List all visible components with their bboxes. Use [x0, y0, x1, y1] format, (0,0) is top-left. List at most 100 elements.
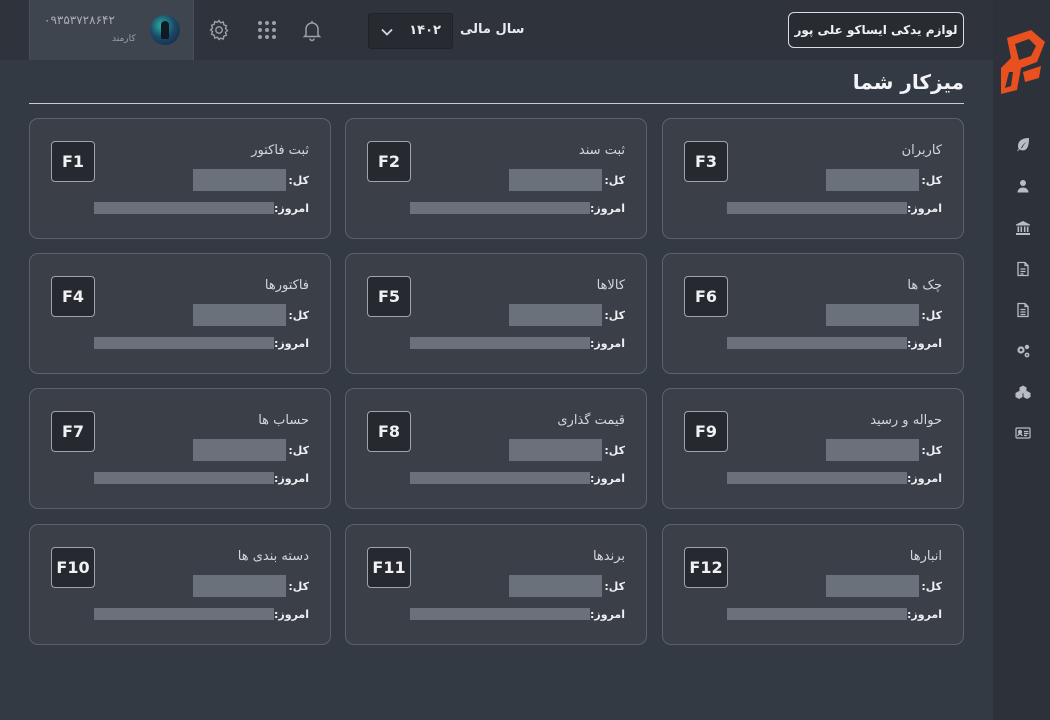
today-label: امروز: — [590, 608, 625, 621]
today-value-placeholder — [727, 608, 907, 620]
today-value-placeholder — [94, 608, 274, 620]
total-value-placeholder — [509, 169, 602, 191]
shortcut-key-badge[interactable]: F4 — [51, 276, 95, 317]
shortcut-key-badge[interactable]: F5 — [367, 276, 411, 317]
card-brands[interactable]: برندها F11 کل: امروز: — [345, 524, 647, 645]
today-label: امروز: — [274, 472, 309, 485]
shortcut-key-badge[interactable]: F1 — [51, 141, 95, 182]
shortcut-key-badge[interactable]: F11 — [367, 547, 411, 588]
shortcut-key-badge[interactable]: F9 — [684, 411, 728, 452]
fiscal-year-select[interactable]: ۱۴۰۲ — [368, 13, 453, 49]
today-value-placeholder — [94, 337, 274, 349]
shortcut-key-badge[interactable]: F6 — [684, 276, 728, 317]
total-value-placeholder — [193, 439, 286, 461]
today-value-placeholder — [727, 472, 907, 484]
today-value-placeholder — [410, 202, 590, 214]
total-value-placeholder — [509, 439, 602, 461]
today-label: امروز: — [907, 608, 942, 621]
card-title: انبارها — [909, 549, 942, 564]
card-invoices[interactable]: فاکتورها F4 کل: امروز: — [29, 253, 331, 374]
shortcut-key-badge[interactable]: F10 — [51, 547, 95, 588]
user-role: کارمند — [112, 34, 136, 44]
today-value-placeholder — [410, 608, 590, 620]
bank-icon[interactable] — [1015, 220, 1031, 236]
today-label: امروز: — [274, 337, 309, 350]
today-label: امروز: — [907, 472, 942, 485]
shortcut-key-badge[interactable]: F2 — [367, 141, 411, 182]
total-label: کل: — [288, 580, 309, 593]
total-label: کل: — [921, 444, 942, 457]
card-title: ثبت فاکتور — [251, 143, 309, 158]
total-label: کل: — [604, 580, 625, 593]
document-icon[interactable] — [1015, 261, 1031, 277]
page-title: میزکار شما — [852, 70, 964, 94]
user-phone: ۰۹۳۵۳۷۲۸۶۴۲ — [44, 13, 115, 27]
total-label: کل: — [288, 174, 309, 187]
card-pricing[interactable]: قیمت گذاری F8 کل: امروز: — [345, 388, 647, 509]
card-title: ثبت سند — [578, 143, 625, 158]
id-card-icon[interactable] — [1015, 425, 1031, 441]
card-products[interactable]: کالاها F5 کل: امروز: — [345, 253, 647, 374]
today-value-placeholder — [727, 202, 907, 214]
bell-icon[interactable] — [300, 18, 324, 42]
card-title: حساب ها — [258, 413, 309, 428]
today-label: امروز: — [590, 337, 625, 350]
document-alt-icon[interactable] — [1015, 302, 1031, 318]
card-accounts[interactable]: حساب ها F7 کل: امروز: — [29, 388, 331, 509]
total-label: کل: — [921, 309, 942, 322]
card-title: قیمت گذاری — [557, 413, 625, 428]
total-value-placeholder — [193, 575, 286, 597]
card-transfers-receipts[interactable]: حواله و رسید F9 کل: امروز: — [662, 388, 964, 509]
total-label: کل: — [921, 580, 942, 593]
company-button[interactable]: لوازم یدکی ایساکو علی پور — [788, 12, 964, 48]
title-divider — [29, 103, 964, 104]
user-icon[interactable] — [1015, 178, 1031, 194]
total-label: کل: — [288, 444, 309, 457]
total-value-placeholder — [826, 439, 919, 461]
card-register-document[interactable]: ثبت سند F2 کل: امروز: — [345, 118, 647, 239]
card-warehouses[interactable]: انبارها F12 کل: امروز: — [662, 524, 964, 645]
total-label: کل: — [604, 444, 625, 457]
card-title: برندها — [592, 549, 625, 564]
leaf-icon[interactable] — [1015, 136, 1031, 152]
shortcut-key-badge[interactable]: F12 — [684, 547, 728, 588]
card-register-invoice[interactable]: ثبت فاکتور F1 کل: امروز: — [29, 118, 331, 239]
total-label: کل: — [604, 174, 625, 187]
card-title: کاربران — [901, 143, 942, 158]
app-logo[interactable] — [997, 28, 1049, 96]
today-label: امروز: — [274, 608, 309, 621]
total-value-placeholder — [826, 575, 919, 597]
total-label: کل: — [288, 309, 309, 322]
sidebar — [993, 0, 1050, 720]
shortcut-key-badge[interactable]: F3 — [684, 141, 728, 182]
today-label: امروز: — [907, 337, 942, 350]
today-value-placeholder — [94, 472, 274, 484]
total-value-placeholder — [509, 575, 602, 597]
total-value-placeholder — [509, 304, 602, 326]
today-label: امروز: — [907, 202, 942, 215]
shortcut-key-badge[interactable]: F7 — [51, 411, 95, 452]
fiscal-year-label: سال مالی — [460, 22, 525, 37]
total-value-placeholder — [193, 304, 286, 326]
card-title: چک ها — [907, 278, 942, 293]
total-label: کل: — [921, 174, 942, 187]
user-profile[interactable]: ۰۹۳۵۳۷۲۸۶۴۲ کارمند — [29, 0, 194, 60]
card-users[interactable]: کاربران F3 کل: امروز: — [662, 118, 964, 239]
card-categories[interactable]: دسته بندی ها F10 کل: امروز: — [29, 524, 331, 645]
total-value-placeholder — [826, 304, 919, 326]
today-label: امروز: — [590, 202, 625, 215]
card-title: فاکتورها — [264, 278, 309, 293]
gear-icon[interactable] — [207, 18, 231, 42]
card-checks[interactable]: چک ها F6 کل: امروز: — [662, 253, 964, 374]
today-value-placeholder — [727, 337, 907, 349]
avatar[interactable] — [150, 15, 180, 45]
card-title: کالاها — [596, 278, 625, 293]
chevron-down-icon — [380, 24, 394, 38]
card-title: حواله و رسید — [870, 413, 942, 428]
total-value-placeholder — [826, 169, 919, 191]
shortcut-key-badge[interactable]: F8 — [367, 411, 411, 452]
boxes-icon[interactable] — [1015, 384, 1031, 400]
apps-grid-icon[interactable] — [255, 18, 279, 42]
gears-icon[interactable] — [1015, 343, 1031, 359]
card-title: دسته بندی ها — [237, 549, 309, 564]
